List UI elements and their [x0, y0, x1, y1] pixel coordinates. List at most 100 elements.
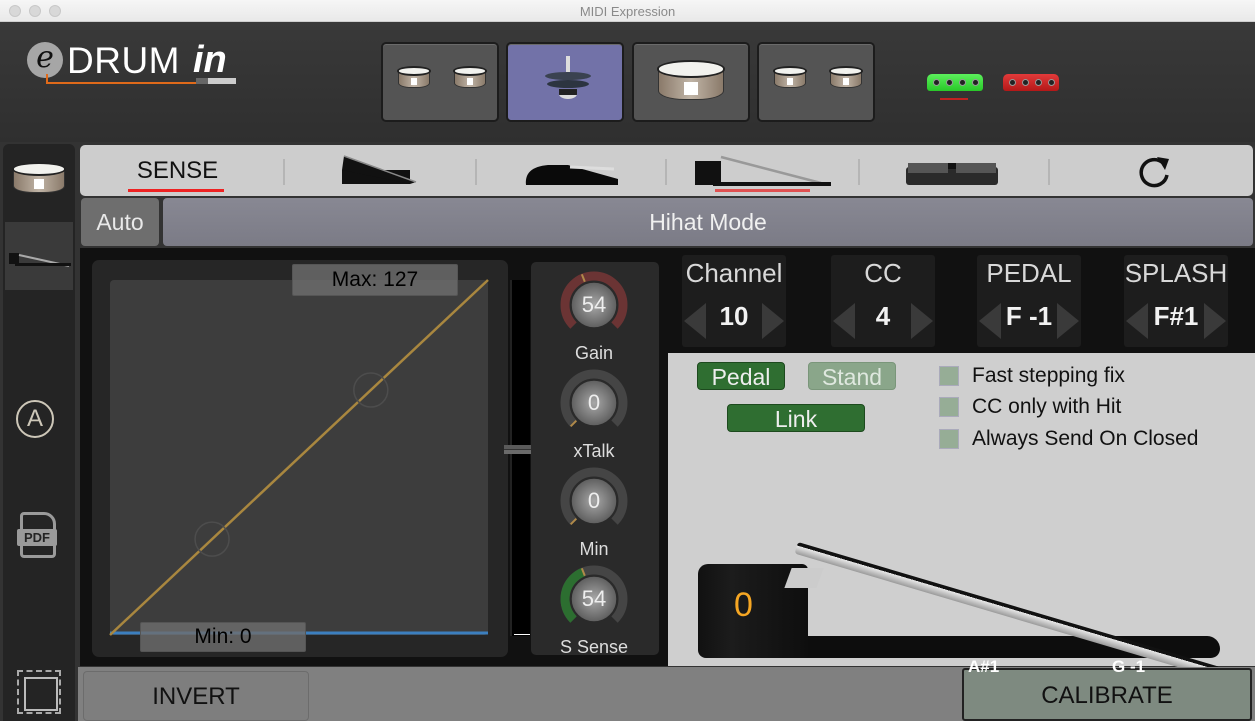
- cc-increment-button[interactable]: [911, 303, 933, 339]
- drum-icon: [773, 66, 807, 90]
- tab-expression-pedal[interactable]: [310, 145, 470, 196]
- expression-pedal-icon: [342, 155, 417, 184]
- curve-canvas[interactable]: [92, 260, 508, 657]
- chip-icon[interactable]: [17, 670, 61, 714]
- tab-selected-underline: [128, 189, 224, 192]
- min-value: 0: [587, 488, 601, 513]
- stand-toggle-button[interactable]: Stand: [808, 362, 896, 390]
- s-sense-knob[interactable]: 54 S Sense: [559, 564, 629, 657]
- fast-stepping-fix-label: Fast stepping fix: [972, 364, 1125, 387]
- drum-icon: [453, 66, 487, 90]
- pedal-toggle-button[interactable]: Pedal: [697, 362, 785, 390]
- tab-sense[interactable]: SENSE: [100, 145, 255, 196]
- level-mark: [514, 634, 530, 635]
- sustain-pedal-icon: [525, 165, 618, 185]
- closed-note-label: G -1: [1112, 657, 1146, 676]
- xtalk-knob[interactable]: 0 xTalk: [559, 368, 629, 461]
- sidebar-item-drum[interactable]: [5, 148, 73, 220]
- gain-label: Gain: [574, 343, 614, 363]
- always-send-on-closed-checkbox[interactable]: [939, 429, 959, 449]
- max-label[interactable]: Max: 127: [292, 264, 458, 296]
- red-connector-button[interactable]: [1003, 74, 1059, 91]
- tab-bar: SENSE: [80, 145, 1253, 196]
- auto-button[interactable]: Auto: [81, 198, 159, 246]
- gain-value: 54: [581, 292, 607, 317]
- velocity-curve-panel: Max: 127 Min: 0: [92, 260, 508, 657]
- s-sense-label: S Sense: [559, 637, 629, 657]
- min-label-knob: Min: [579, 539, 609, 559]
- xtalk-label: xTalk: [573, 441, 615, 461]
- calibrate-button[interactable]: CALIBRATE: [962, 668, 1252, 721]
- snare-drum-icon: [657, 60, 725, 104]
- hihat-cymbal-icon: [545, 56, 591, 108]
- hihat-pedal-illustration: 0: [698, 538, 1228, 679]
- reset-button[interactable]: [1120, 145, 1190, 196]
- pedal-note-title: PEDAL: [986, 258, 1072, 288]
- pedal-hinge: [784, 568, 824, 588]
- refresh-icon: [1139, 157, 1169, 188]
- pedal-note-increment-button[interactable]: [1057, 303, 1079, 339]
- min-knob[interactable]: 0 Min: [559, 466, 629, 559]
- logo-in: in: [193, 39, 227, 81]
- splash-note-spinner: SPLASH F#1: [1124, 255, 1228, 347]
- tab-selected-underline: [715, 189, 810, 192]
- drum-icon: [397, 66, 431, 90]
- s-sense-value: 54: [581, 586, 607, 611]
- tab-separator: [858, 159, 860, 185]
- min-label[interactable]: Min: 0: [140, 622, 306, 652]
- fast-stepping-fix-checkbox[interactable]: [939, 366, 959, 386]
- always-send-on-closed-label: Always Send On Closed: [972, 427, 1199, 450]
- channel-title: Channel: [685, 258, 783, 288]
- splash-note-title: SPLASH: [1124, 258, 1228, 288]
- pdf-label: PDF: [17, 529, 57, 546]
- level-meter-slider[interactable]: [504, 280, 538, 636]
- channel-spinner: Channel 10: [682, 255, 786, 347]
- tab-hihat-pedal[interactable]: [685, 145, 845, 196]
- channel-increment-button[interactable]: [762, 303, 784, 339]
- footswitch-icon: [906, 163, 998, 185]
- tab-sense-label: SENSE: [136, 157, 219, 184]
- edrumin-logo: e DRUM in: [27, 39, 242, 90]
- pad-button-toms-left[interactable]: [381, 42, 499, 122]
- pedal-note-spinner: PEDAL F -1: [977, 255, 1081, 347]
- cable-graphic: [46, 74, 196, 84]
- pad-button-snare[interactable]: [632, 42, 750, 122]
- splash-note-increment-button[interactable]: [1204, 303, 1226, 339]
- circle-a-icon[interactable]: A: [16, 400, 54, 438]
- pedal-footboard: [794, 542, 1220, 679]
- cc-title: CC: [864, 258, 902, 288]
- hihat-mode-button[interactable]: Hihat Mode: [163, 198, 1253, 246]
- pad-button-hihat[interactable]: [506, 42, 624, 122]
- tab-separator: [665, 159, 667, 185]
- cc-only-with-hit-label: CC only with Hit: [972, 395, 1122, 418]
- xtalk-value: 0: [587, 390, 601, 415]
- title-bar: MIDI Expression: [0, 0, 1255, 22]
- cc-only-with-hit-checkbox[interactable]: [939, 397, 959, 417]
- gain-knob[interactable]: 54 Gain: [559, 270, 629, 363]
- green-connector-button[interactable]: [927, 74, 983, 91]
- tab-separator: [283, 159, 285, 185]
- sidebar-item-hihat-pedal[interactable]: [5, 222, 73, 290]
- invert-button[interactable]: INVERT: [83, 671, 309, 721]
- open-note-label: A#1: [968, 657, 1000, 676]
- drum-icon: [12, 162, 66, 196]
- logo-drum: DRUM: [67, 40, 180, 81]
- hihat-pedal-icon: [9, 253, 71, 267]
- logo-e: e: [27, 42, 63, 78]
- cc-spinner: CC 4: [831, 255, 935, 347]
- pedal-value-readout: 0: [734, 586, 753, 624]
- tab-separator: [475, 159, 477, 185]
- jack-plug-graphic: [196, 78, 236, 84]
- window-title: MIDI Expression: [579, 4, 676, 19]
- tab-footswitch[interactable]: [880, 145, 1045, 196]
- tab-sustain-pedal[interactable]: [500, 145, 665, 196]
- drum-icon: [829, 66, 863, 90]
- pad-button-toms-right[interactable]: [757, 42, 875, 122]
- link-toggle-button[interactable]: Link: [727, 404, 865, 432]
- app-window: MIDI Expression e DRUM in A PDF SENSE Au…: [0, 0, 1255, 721]
- tab-separator: [1048, 159, 1050, 185]
- pdf-icon[interactable]: PDF: [17, 512, 57, 558]
- hihat-pedal-icon: [695, 155, 831, 186]
- knob-column: 54 Gain 0 xTalk 0 Min 54 S Sense: [531, 262, 659, 657]
- connector-selected-indicator: [940, 98, 968, 100]
